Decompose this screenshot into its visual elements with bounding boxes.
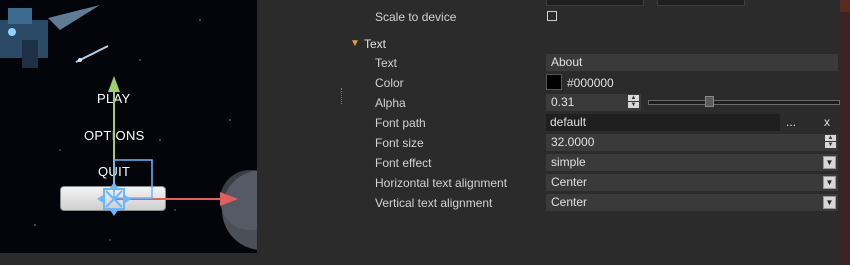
cut-off-field-left[interactable] — [546, 0, 644, 6]
clear-button[interactable]: x — [824, 115, 830, 129]
up-down-arrows-icon[interactable]: ▲ ▼ — [825, 135, 836, 149]
row-color: Color #000000 — [346, 73, 840, 93]
row-alpha: Alpha 0.31 ▲ ▼ — [346, 93, 840, 113]
font-effect-value: simple — [551, 155, 586, 169]
font-size-spinbox[interactable]: 32.0000 ▲ ▼ — [546, 134, 838, 151]
font-path-input[interactable]: default — [546, 114, 780, 131]
up-down-arrows-icon[interactable]: ▲ ▼ — [628, 95, 639, 109]
row-font-effect: Font effect simple ▼ — [346, 153, 840, 173]
h-align-value: Center — [551, 175, 588, 189]
chevron-down-icon[interactable]: ▼ — [823, 196, 836, 209]
row-font-path: Font path default ... x — [346, 113, 840, 133]
alpha-spinbox[interactable]: 0.31 ▲ ▼ — [546, 94, 641, 111]
inspector-panel: Scale to device ▼ Text Text About Color … — [346, 0, 840, 265]
gizmo-y-arrowhead — [108, 76, 120, 92]
row-vertical-alignment: Vertical text alignment Center ▼ — [346, 193, 840, 213]
font-size-label: Font size — [375, 136, 424, 150]
h-align-select[interactable]: Center ▼ — [546, 174, 838, 191]
triangle-down-icon[interactable]: ▼ — [350, 38, 360, 49]
panel-gap — [257, 0, 339, 265]
row-horizontal-alignment: Horizontal text alignment Center ▼ — [346, 173, 840, 193]
v-align-select[interactable]: Center ▼ — [546, 194, 838, 211]
font-size-value: 32.0000 — [551, 135, 595, 149]
font-path-label: Font path — [375, 116, 426, 130]
alpha-slider-handle[interactable] — [704, 96, 714, 107]
gizmo-center-handle — [97, 182, 131, 216]
row-font-size: Font size 32.0000 ▲ ▼ — [346, 133, 840, 153]
color-swatch[interactable] — [546, 74, 562, 90]
v-align-value: Center — [551, 195, 588, 209]
text-label: Text — [375, 56, 398, 70]
cut-off-field-right[interactable] — [657, 0, 745, 6]
splitter-handle[interactable] — [341, 88, 344, 104]
font-effect-select[interactable]: simple ▼ — [546, 154, 838, 171]
adjacent-window-edge — [840, 0, 850, 265]
scale-to-device-checkbox[interactable] — [547, 11, 557, 21]
section-title: Text — [364, 37, 387, 51]
transform-gizmo[interactable] — [0, 0, 257, 253]
browse-button[interactable]: ... — [786, 115, 796, 129]
scene-viewport[interactable]: PLAY OPTIONS QUIT — [0, 0, 257, 253]
alpha-label: Alpha — [375, 96, 406, 110]
color-label: Color — [375, 76, 404, 90]
font-effect-label: Font effect — [375, 156, 432, 170]
v-align-label: Vertical text alignment — [375, 196, 493, 210]
alpha-slider-track[interactable] — [648, 100, 840, 105]
alpha-value: 0.31 — [551, 95, 575, 109]
color-hex-value[interactable]: #000000 — [567, 76, 614, 90]
h-align-label: Horizontal text alignment — [375, 176, 508, 190]
row-scale-to-device: Scale to device — [346, 7, 840, 27]
row-text: Text About — [346, 53, 840, 73]
chevron-down-icon[interactable]: ▼ — [823, 176, 836, 189]
gizmo-x-arrowhead — [220, 192, 238, 206]
text-input[interactable]: About — [546, 54, 838, 71]
scale-to-device-label: Scale to device — [375, 10, 457, 24]
chevron-down-icon[interactable]: ▼ — [823, 156, 836, 169]
